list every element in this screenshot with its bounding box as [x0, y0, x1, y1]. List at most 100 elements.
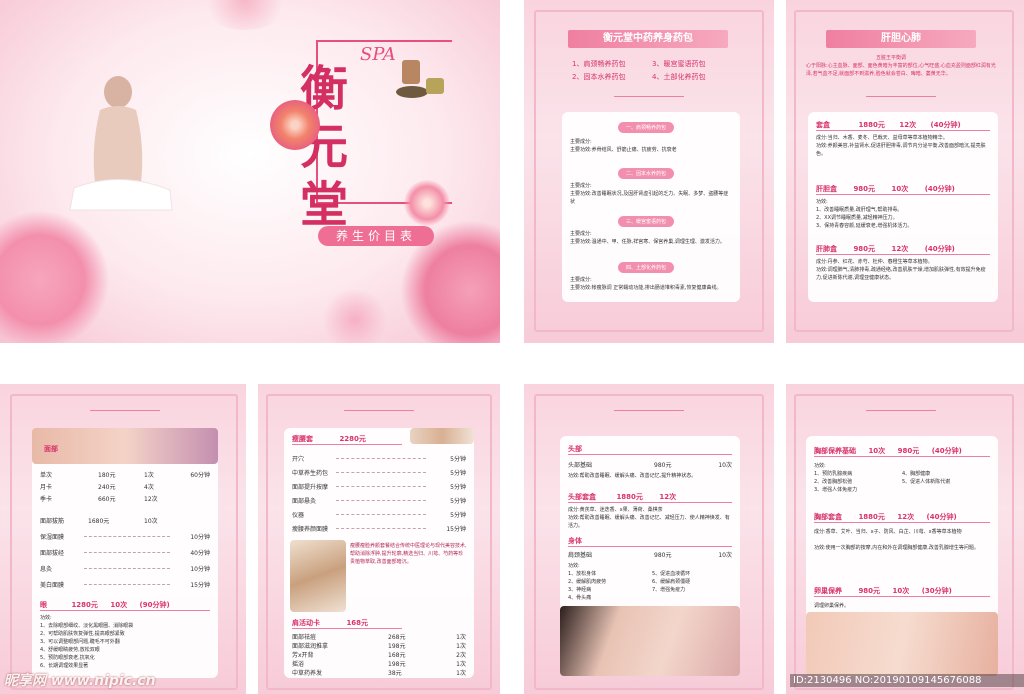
- block-name: 卵巢保养: [814, 587, 842, 595]
- price-row: 面部拔经 40分钟: [40, 548, 210, 557]
- spa-woman-illustration: [69, 76, 173, 211]
- cover-panel: SPA 衡元堂 养生价目表: [0, 0, 500, 343]
- block-price: 168元: [346, 619, 369, 627]
- dotted-leader: [84, 568, 170, 569]
- header-underline: [568, 546, 732, 547]
- block-price: 1880元: [858, 121, 885, 129]
- block-header: 瘦腰套 2280元: [292, 434, 366, 444]
- price-row: 中草药养发 38元 1次: [292, 668, 466, 677]
- slimming-panel: 瘦腰套 2280元 开穴 5分钟 中草养生药包 5分钟 面部提升按摩 5分钟 面部悬灸…: [258, 384, 500, 694]
- note-text: 瘦腰瘦脸养颜套餐结合传统中医理论与现代美容技术,帮助消除浮肿,提升轮廓,精选当归…: [350, 543, 467, 565]
- row-duration: 15分钟: [446, 526, 466, 533]
- section-title: 头部: [568, 445, 582, 453]
- head-body-panel: 头部 头部基础 980元 10次 功效:帮助改善睡眠、缓解头痛、改善记忆,提升精神状…: [524, 384, 774, 694]
- liver-heart-panel: 肝胆心肺 五脏王平衡调 心于阳脉:心主血脉、面部、面色黄暗为丰富的部位,心气旺盛…: [786, 0, 1024, 343]
- row-duration: 5分钟: [450, 498, 466, 505]
- service-row: 面部提升按摩 5分钟: [292, 482, 466, 491]
- herbs-photo: [290, 540, 346, 612]
- ornament-divider: [866, 410, 936, 411]
- row-name: 面部滋润推拿: [292, 643, 329, 650]
- price-row: 面部滋润推拿 198元 1次: [292, 641, 466, 650]
- row-duration: 5分钟: [450, 484, 466, 491]
- block-text: 5、促进人体新陈代谢: [902, 479, 951, 485]
- package-card: 一、肩颈畅养药包 主要成分: 主要功效:养骨结风、舒筋止痛、抗疲劳、抗衰老 二、…: [562, 112, 740, 302]
- row-name: 月卡: [40, 484, 53, 491]
- dotted-leader: [84, 536, 170, 537]
- section-pill: 四、土部化养药包: [618, 262, 675, 273]
- block-price: 1880元: [616, 493, 643, 501]
- price-row: 面部拔筋 1680元 10次: [40, 516, 210, 525]
- block-times: 10次: [891, 185, 909, 193]
- price-row: 保湿面膜 10分钟: [40, 532, 210, 541]
- row-name: 中草养生药包: [292, 470, 329, 477]
- row-count: 10次: [718, 552, 732, 559]
- panel-title: 衡元堂中药养身药包: [568, 30, 728, 48]
- block-text: 5、促进血液循环: [652, 571, 691, 577]
- block-text: 成分:丹参、红花、赤芍、杜仲、春橙生等草本植物。: [816, 259, 933, 265]
- row-duration: 5分钟: [450, 456, 466, 463]
- section-text: 主要成分:: [570, 277, 592, 283]
- block-header: 肝肺盒 980元 12次 (40分钟): [816, 244, 990, 254]
- dotted-leader: [336, 458, 426, 459]
- row-price: 1680元: [88, 518, 110, 525]
- block-price: 980元: [858, 587, 881, 595]
- header-underline: [814, 456, 990, 457]
- package-item: 2、固本水养药包: [572, 73, 626, 81]
- watermark-right: ID:2130496 NO:20190109145676088: [790, 674, 1024, 687]
- section-pill: 一、肩颈畅养药包: [618, 122, 675, 133]
- block-text: 1、放松身体: [568, 571, 597, 577]
- price-card: 套盒 1880元 12次 (40分钟) 成分:当归、木香、麦冬、巴戟天、益母草等…: [808, 112, 998, 302]
- block-text: 2、缓解肌肉疲劳: [568, 579, 607, 585]
- row-count: 2次: [456, 652, 466, 659]
- block-name: 套盒: [816, 121, 830, 129]
- block-times: 12次: [659, 493, 677, 501]
- price-card: 头部 头部基础 980元 10次 功效:帮助改善睡眠、缓解头痛、改善记忆,提升精神状…: [560, 436, 740, 676]
- block-duration: (40分钟): [924, 185, 955, 193]
- package-item: 3、暖宫蜜语药包: [652, 60, 706, 68]
- dotted-leader: [336, 486, 426, 487]
- block-times: 12次: [899, 121, 917, 129]
- service-row: 中草养生药包 5分钟: [292, 468, 466, 477]
- row-price: 198元: [388, 643, 406, 650]
- price-row: 头部基础 980元 10次: [568, 460, 732, 469]
- brand-title: 衡元堂: [300, 61, 349, 233]
- section-text: 主要功效:改善睡眠状况,及因肝肾虚引起的乏力、失眠、多梦、盗腰等症状: [570, 191, 729, 205]
- block-times: 10次: [868, 447, 886, 455]
- block-text: 功效:调理肺气,清肺排毒,疏通经络,改善肌肤干燥,增加肌肤弹性,有效提升免疫力,…: [816, 267, 986, 281]
- service-row: 开穴 5分钟: [292, 454, 466, 463]
- dotted-leader: [336, 500, 426, 501]
- block-price: 2280元: [339, 435, 366, 443]
- dotted-leader: [84, 552, 170, 553]
- block-text: 功效:使用一次胸部的按摩,内在和外在调理胸部健康,改善乳腺增生等问题。: [814, 545, 979, 551]
- row-name: 季卡: [40, 496, 53, 503]
- flower-decoration: [0, 210, 110, 343]
- service-row: 瘦腰养颜面膜 15分钟: [292, 524, 466, 533]
- price-card: 瘦腰套 2280元 开穴 5分钟 中草养生药包 5分钟 面部提升按摩 5分钟 面部悬灸…: [284, 428, 474, 678]
- price-card: 面部 单次 180元 1次 60分钟 月卡 240元 4次 季卡 660元 12次 面部拔筋 1…: [32, 428, 218, 678]
- section-text: 主要成分:: [570, 139, 592, 145]
- row-name: 肩颈基础: [568, 552, 593, 559]
- package-list: 1、肩颈畅养药包 3、暖宫蜜语药包 2、固本水养药包 4、土部化养药包: [572, 58, 742, 84]
- row-price: 660元: [98, 496, 116, 503]
- price-row: 季卡 660元 12次: [40, 494, 210, 503]
- price-row: 月卡 240元 4次: [40, 482, 210, 491]
- row-name: 面部拔筋: [40, 518, 65, 525]
- block-text: 功效:: [816, 199, 828, 205]
- header-underline: [568, 502, 732, 503]
- block-text: 4、胸部健康: [902, 471, 931, 477]
- block-name: 肩活动卡: [292, 619, 320, 627]
- row-duration: 60分钟: [190, 472, 210, 479]
- row-price: 198元: [388, 661, 406, 668]
- block-text: 成分:黄芪草、迷迭香、x果、薄荷、桑棋茶: [568, 507, 663, 513]
- block-price: 980元: [853, 185, 876, 193]
- block-text: 1、预防乳腺疾病: [814, 471, 853, 477]
- herbal-package-panel: 衡元堂中药养身药包 1、肩颈畅养药包 3、暖宫蜜语药包 2、固本水养药包 4、土部化…: [524, 0, 774, 343]
- section-text: 主要功效:养骨结风、舒筋止痛、抗疲劳、抗衰老: [570, 147, 677, 153]
- block-duration: (90分钟): [139, 601, 170, 609]
- service-row: 面部悬灸 5分钟: [292, 496, 466, 505]
- price-row: 芳x开背 168元 2次: [292, 650, 466, 659]
- block-name: 瘦腰套: [292, 435, 313, 443]
- row-count: 12次: [144, 496, 158, 503]
- row-name: 开穴: [292, 456, 305, 463]
- row-name: 摇浴: [292, 661, 305, 668]
